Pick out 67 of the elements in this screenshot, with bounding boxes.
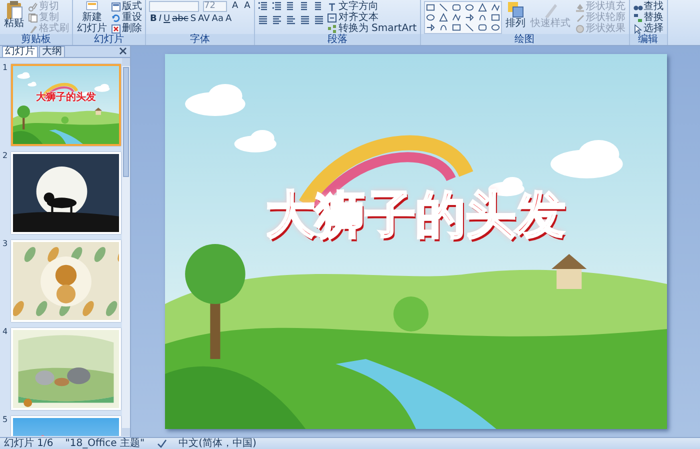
slide-number: 4 [1, 328, 9, 338]
font-name-field[interactable] [149, 1, 199, 12]
ribbon-button[interactable]: 查找 [632, 1, 664, 12]
align-text-icon [327, 12, 338, 22]
slide-title: 大狮子的头发 [36, 92, 96, 103]
fill-icon [574, 2, 585, 12]
ribbon-button[interactable]: 文字方向 [327, 1, 417, 12]
align-icon[interactable] [286, 15, 296, 25]
slide-title: 大狮子的头发 [266, 188, 566, 243]
font-style-button[interactable]: B [149, 14, 158, 25]
bullet-list-icon[interactable] [258, 1, 268, 11]
grow-font-button[interactable]: A [243, 1, 252, 12]
replace-icon [632, 12, 643, 22]
ribbon-button[interactable]: 新建 幻灯片 [76, 1, 108, 34]
font-style-button[interactable]: AV [197, 14, 211, 25]
font-style-button[interactable]: U [162, 14, 172, 25]
bullet-list-icon[interactable] [272, 1, 282, 11]
align-icon[interactable] [314, 15, 324, 25]
check-icon [156, 439, 167, 448]
close-icon[interactable] [119, 47, 127, 55]
ribbon-button[interactable]: 版式 [111, 1, 142, 12]
font-style-button[interactable]: I [158, 14, 163, 25]
slide-number: 2 [1, 152, 9, 162]
cursor-icon [632, 24, 643, 34]
reset-icon [111, 12, 121, 22]
group-label: 绘图 [420, 34, 629, 45]
ribbon-button[interactable]: 粘贴 [3, 1, 25, 30]
smartart-icon [327, 24, 338, 34]
align-icon[interactable] [272, 15, 282, 25]
shapes-icon [506, 1, 525, 19]
status-text: 幻灯片 1/6 [4, 438, 54, 449]
group-label: 段落 [255, 34, 420, 45]
pane-tab[interactable]: 大纲 [39, 46, 65, 57]
group-label: 剪贴板 [0, 34, 72, 45]
pane-tab[interactable]: 幻灯片 [2, 46, 38, 57]
group-label: 幻灯片 [73, 34, 145, 45]
status-text: "18_Office 主题" [65, 438, 145, 449]
ribbon-button[interactable]: 删除 [111, 23, 142, 34]
slide-number: 5 [1, 416, 9, 426]
layout-icon [111, 2, 121, 12]
grow-font-button[interactable]: A [231, 1, 240, 12]
ribbon-button[interactable]: 重设 [111, 12, 142, 23]
ribbon-button[interactable]: 转换为 SmartArt [327, 23, 417, 34]
effect-icon [574, 24, 585, 34]
text-direction-icon [327, 2, 338, 12]
font-style-button[interactable]: A [224, 14, 233, 25]
slide-number: 1 [1, 64, 9, 74]
group-label: 编辑 [630, 34, 667, 45]
scrollbar[interactable] [122, 58, 130, 436]
slide-icon [86, 1, 98, 13]
delete-icon [111, 24, 121, 34]
font-style-button[interactable]: Aa [210, 14, 224, 25]
group-label: 字体 [146, 34, 254, 45]
ribbon-button[interactable]: 对齐文本 [327, 12, 417, 23]
status-text: 中文(简体，中国) [178, 438, 256, 449]
ribbon-button[interactable]: 排列 [504, 1, 527, 30]
copy-icon [28, 12, 38, 22]
ribbon-button[interactable]: 替换 [632, 12, 664, 23]
slide-number: 3 [1, 240, 9, 250]
ribbon-button[interactable]: 选择 [632, 23, 664, 34]
font-style-button[interactable]: S [189, 14, 198, 25]
align-icon[interactable] [300, 15, 310, 25]
pen-icon [574, 12, 585, 22]
font-style-button[interactable]: abc [171, 14, 190, 25]
clipboard-icon [5, 1, 23, 19]
scissors-icon [28, 2, 38, 12]
align-icon[interactable] [258, 15, 268, 25]
